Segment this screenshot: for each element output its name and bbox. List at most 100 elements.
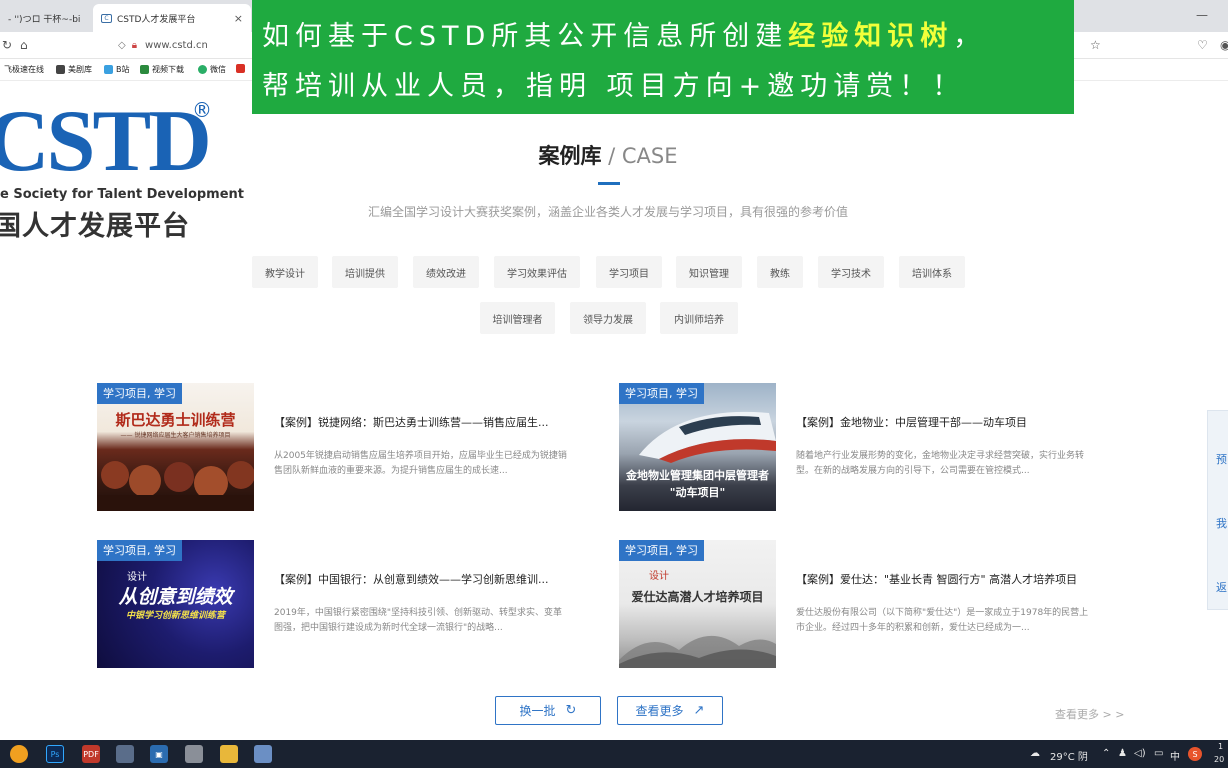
clock-time[interactable]: 1 [1218, 742, 1223, 751]
case-title-link[interactable]: 【案例】爱仕达："基业长青 智圆行方" 高潜人才培养项目 [796, 571, 1077, 587]
download-icon [140, 65, 149, 74]
tag-filter[interactable]: 培训管理者 [480, 302, 555, 334]
shield-icon: ◇ [118, 40, 126, 51]
tag-filter[interactable]: 教学设计 [252, 256, 318, 288]
title-underline [598, 182, 620, 185]
sidebar-item[interactable]: 预 [1216, 451, 1227, 467]
cstd-logo[interactable]: CSTD ® e Society for Talent Development … [0, 92, 244, 242]
section-description: 汇编全国学习设计大赛获奖案例，涵盖企业各类人才发展与学习项目，具有很强的参考价值 [367, 205, 848, 219]
network-icon[interactable]: ♟ [1118, 748, 1127, 759]
browser-tab-active[interactable]: C CSTD人才发展平台 × [93, 4, 251, 32]
app-icon[interactable] [185, 745, 203, 763]
bookmark-icon [236, 64, 245, 73]
star-icon[interactable]: ☆ [1090, 38, 1101, 52]
app-icon[interactable] [10, 745, 28, 763]
case-category-badge: 学习项目, 学习 [97, 540, 182, 561]
display-icon[interactable]: ▭ [1154, 748, 1163, 759]
button-label: 查看更多 [635, 704, 684, 718]
minimize-icon[interactable]: — [1196, 8, 1208, 22]
case-title-link[interactable]: 【案例】锐捷网络：斯巴达勇士训练营——销售应届生... [274, 414, 549, 430]
pdf-icon[interactable]: PDF [82, 745, 100, 763]
case-description: 爱仕达股份有限公司（以下简称"爱仕达"）是一家成立于1978年的民营上市企业。经… [796, 608, 1089, 633]
antivirus-icon[interactable]: S [1188, 747, 1202, 761]
banner-line-1: 如何基于CSTD所其公开信息所创建经验知识树， [262, 12, 1064, 62]
app-icon[interactable] [116, 745, 134, 763]
tag-filter[interactable]: 学习项目 [596, 256, 662, 288]
tag-filter[interactable]: 绩效改进 [413, 256, 479, 288]
bookmark-item[interactable]: 视频下载 [140, 64, 184, 75]
case-card-image[interactable]: 斯巴达勇士训练营 —— 锐捷网络应届生大客户销售培养项目 学习项目, 学习 [97, 383, 254, 511]
tag-filter[interactable]: 培训体系 [899, 256, 965, 288]
case-description: 随着地产行业发展形势的变化，金地物业决定寻求经营突破，实行业务转型。在新的战略发… [796, 451, 1085, 476]
clock-date[interactable]: 20 [1214, 755, 1224, 764]
bookmark-label: 美剧库 [68, 65, 92, 74]
warriors-illustration [97, 461, 254, 511]
refresh-batch-button[interactable]: 换一批 ↻ [495, 696, 601, 725]
bookmark-label: 微信 [210, 65, 226, 74]
case-image-title: 斯巴达勇士训练营 [115, 411, 236, 429]
pocket-icon[interactable]: ♡ [1197, 38, 1208, 52]
reload-icon[interactable]: ↻ [2, 38, 12, 52]
case-image-subtitle: 中银学习创新思维训练营 [125, 611, 225, 621]
banner-highlight: 经验知识树 [788, 21, 954, 52]
photoshop-icon[interactable]: Ps [46, 745, 64, 763]
tab-label: - '')つロ 干杯~-bi [8, 14, 81, 25]
case-image-tag: 设计 [127, 572, 147, 583]
tag-filter[interactable]: 知识管理 [676, 256, 742, 288]
tag-filter[interactable]: 内训师培养 [660, 302, 738, 334]
close-tab-icon[interactable]: × [234, 12, 243, 25]
calendar-icon[interactable]: ▣ [150, 745, 168, 763]
sidebar-item[interactable]: 返 [1216, 579, 1227, 595]
weather-icon[interactable]: ☁ [1030, 748, 1040, 759]
section-title-cn: 案例库 [538, 144, 602, 168]
volume-icon[interactable]: ◁) [1134, 748, 1146, 759]
button-label: 换一批 [519, 704, 556, 718]
account-icon[interactable]: ◉ [1220, 38, 1228, 52]
tag-filter[interactable]: 领导力发展 [570, 302, 646, 334]
case-image-title: 金地物业管理集团中层管理者 [626, 469, 769, 482]
case-title-link[interactable]: 【案例】中国银行：从创意到绩效——学习创新思维训... [274, 571, 549, 587]
sidebar-item[interactable]: 我 [1216, 515, 1227, 531]
tag-filter[interactable]: 培训提供 [332, 256, 398, 288]
view-more-link[interactable]: 查看更多 > > [1055, 706, 1124, 722]
bookmark-item[interactable]: 微信 [198, 64, 226, 75]
notepad-icon[interactable] [254, 745, 272, 763]
bilibili-icon [104, 65, 113, 74]
annotation-banner: 如何基于CSTD所其公开信息所创建经验知识树， 帮培训从业人员，指明 项目方向+… [252, 0, 1074, 114]
floating-sidebar: 预 我 返 [1207, 410, 1228, 610]
cstd-favicon-icon: C [101, 13, 112, 23]
logo-tagline: e Society for Talent Development [0, 187, 245, 202]
case-category-badge: 学习项目, 学习 [97, 383, 182, 404]
case-image-title: 从创意到绩效 [118, 586, 233, 608]
url-field[interactable]: ◇ 🔒︎ www.cstd.cn [118, 36, 258, 55]
case-category-badge: 学习项目, 学习 [619, 383, 704, 404]
bookmark-label: 视频下载 [152, 65, 184, 74]
home-icon[interactable]: ⌂ [20, 38, 28, 52]
url-text: www.cstd.cn [145, 40, 208, 51]
case-title-link[interactable]: 【案例】金地物业：中层管理干部——动车项目 [796, 414, 1027, 430]
folder-icon[interactable] [220, 745, 238, 763]
tag-filter[interactable]: 学习技术 [818, 256, 884, 288]
tab-label: CSTD人才发展平台 [117, 14, 196, 25]
section-title-en: / CASE [601, 144, 678, 168]
bookmark-item[interactable]: 飞极速在线 [4, 64, 44, 75]
registered-mark: ® [192, 98, 212, 122]
tray-expand-icon[interactable]: ⌃ [1102, 748, 1110, 759]
view-more-button[interactable]: 查看更多 ↗ [617, 696, 723, 725]
case-card-image[interactable]: 设计 爱仕达高潜人才培养项目 学习项目, 学习 [619, 540, 776, 668]
bookmark-item[interactable]: B站 [104, 64, 130, 75]
case-card-image[interactable]: 设计 从创意到绩效 中银学习创新思维训练营 学习项目, 学习 [97, 540, 254, 668]
logo-name: 国人才发展平台 [0, 211, 190, 242]
bookmark-label: 飞极速在线 [4, 65, 44, 74]
case-card-image[interactable]: 金地物业管理集团中层管理者 "动车项目" 学习项目, 学习 [619, 383, 776, 511]
browser-tab-inactive[interactable]: - '')つロ 干杯~-bi [0, 4, 88, 32]
weather-text[interactable]: 29°C 阴 [1050, 748, 1088, 763]
case-image-tag: 设计 [649, 571, 669, 582]
bookmark-item[interactable] [236, 64, 248, 73]
tag-filter[interactable]: 教练 [757, 256, 803, 288]
logo-mark: CSTD [0, 93, 212, 190]
tag-filter[interactable]: 学习效果评估 [494, 256, 580, 288]
bookmark-item[interactable]: 美剧库 [56, 64, 92, 75]
banner-text: 如何基于CSTD所其公开信息所创建 [262, 21, 789, 52]
ime-indicator[interactable]: 中 [1170, 748, 1180, 763]
